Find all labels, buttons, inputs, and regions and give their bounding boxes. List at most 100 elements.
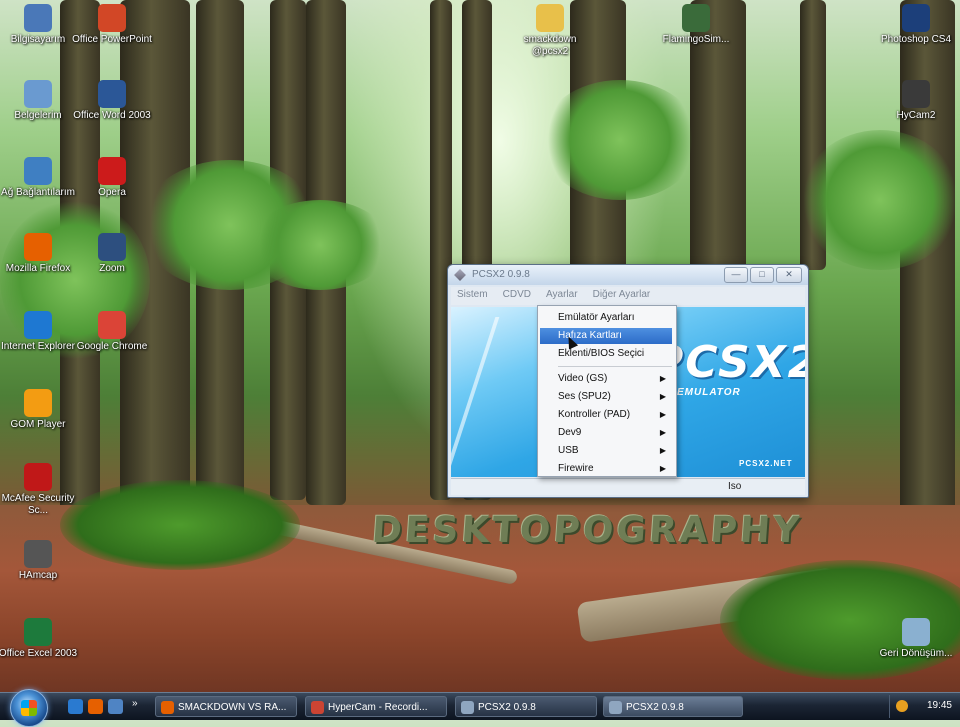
desktop-icon-13[interactable]: Internet Explorer [0, 311, 78, 353]
desktop-icon-14[interactable]: Google Chrome [72, 311, 152, 353]
menu-item-6[interactable]: Kontroller (PAD) ▶ [540, 407, 672, 423]
desktop-icon-label: HAmcap [18, 570, 58, 581]
desktop-icon-4[interactable]: FlamingoSim... [656, 4, 736, 46]
menu-item-4[interactable]: Video (GS) ▶ [540, 371, 672, 387]
desktop-icon-6[interactable]: Belgelerim [0, 80, 78, 122]
camera-icon [902, 80, 930, 108]
desktop-icon-label: Opera [98, 187, 126, 198]
menu-sistem[interactable]: Sistem [451, 287, 494, 302]
desktop-icon-16[interactable]: McAfee Security Sc... [0, 463, 78, 517]
pcsx2-icon [461, 701, 474, 714]
ie-quicklaunch-icon[interactable] [68, 699, 83, 714]
desktop-icon-9[interactable]: Ağ Bağlantılarım [0, 157, 78, 199]
desktop-icon-label: HyCam2 [896, 110, 936, 121]
pcsx2-site: PCSX2.NET [739, 459, 793, 468]
desktop-icon-19[interactable]: Geri Dönüşüm... [876, 618, 956, 660]
ie-icon [24, 311, 52, 339]
menu-ayarlar[interactable]: Ayarlar [540, 287, 584, 302]
submenu-arrow-icon: ▶ [659, 428, 666, 437]
clock[interactable]: 19:45 [927, 700, 952, 711]
taskbar-button-1[interactable]: SMACKDOWN VS RA... [155, 696, 297, 717]
menu-item-8[interactable]: USB ▶ [540, 443, 672, 459]
quicklaunch-overflow-icon[interactable]: » [132, 698, 147, 713]
desktop-icon-label: Photoshop CS4 [880, 34, 952, 45]
desktop-icon-label: Mozilla Firefox [5, 263, 71, 274]
menu-item-3[interactable]: Eklenti/BIOS Seçici [540, 346, 672, 362]
desktop-icon-label: Zoom [99, 263, 125, 274]
menu-item-label: Emülatör Ayarları [558, 312, 635, 323]
mcafee-icon [24, 463, 52, 491]
desktop-icon-label: Geri Dönüşüm... [879, 648, 953, 659]
maximize-button[interactable]: □ [750, 267, 774, 283]
submenu-arrow-icon: ▶ [659, 410, 666, 419]
menu-item-label: Kontroller (PAD) [558, 409, 631, 420]
submenu-arrow-icon: ▶ [659, 446, 666, 455]
desktop-icon-label: Google Chrome [76, 341, 148, 352]
show-desktop-icon[interactable] [108, 699, 123, 714]
submenu-arrow-icon: ▶ [659, 392, 666, 401]
menu-diger-ayarlar[interactable]: Diğer Ayarlar [587, 287, 657, 302]
camera-icon [311, 701, 324, 714]
close-button[interactable]: ✕ [776, 267, 802, 283]
menu-item-label: Eklenti/BIOS Seçici [558, 348, 645, 359]
desktop-icon-label: Office Word 2003 [73, 110, 151, 121]
taskbar-button-label: SMACKDOWN VS RA... [178, 702, 287, 713]
desktop-icon-label: Office Excel 2003 [0, 648, 78, 659]
chrome-icon [98, 311, 126, 339]
tray-app-icon[interactable] [896, 700, 908, 712]
desktop-icon-10[interactable]: Opera [72, 157, 152, 199]
ayarlar-dropdown: Emülatör Ayarları Hafıza Kartları Eklenti/… [537, 305, 677, 477]
desktop-icon-2[interactable]: Office PowerPoint [72, 4, 152, 46]
desktop-icon-18[interactable]: Office Excel 2003 [0, 618, 78, 660]
desktop-icon-15[interactable]: GOM Player [0, 389, 78, 431]
hamcap-icon [24, 540, 52, 568]
desktop-icon-label: FlamingoSim... [662, 34, 730, 45]
menu-item-label: Ses (SPU2) [558, 391, 611, 402]
window-titlebar[interactable]: PCSX2 0.9.8 — □ ✕ [448, 265, 808, 285]
desktop-icon-label: Belgelerim [14, 110, 62, 121]
window-menubar: Sistem CDVD Ayarlar Diğer Ayarlar [451, 287, 805, 305]
taskbar-button-label: PCSX2 0.9.8 [478, 702, 536, 713]
desktop-icon-12[interactable]: Zoom [72, 233, 152, 275]
taskbar-button-2[interactable]: HyperCam - Recordi... [305, 696, 447, 717]
desktop-icon-label: Ağ Bağlantılarım [1, 187, 75, 198]
gom-icon [24, 389, 52, 417]
desktop-icon-3[interactable]: smackdown @pcsx2 [510, 4, 590, 58]
menu-item-1[interactable]: Emülatör Ayarları [540, 310, 672, 326]
desktop-icon-17[interactable]: HAmcap [0, 540, 78, 582]
photoshop-icon [902, 4, 930, 32]
start-button[interactable] [10, 689, 48, 727]
submenu-arrow-icon: ▶ [659, 464, 666, 473]
desktop-icon-label: Office PowerPoint [72, 34, 152, 45]
menu-cdvd[interactable]: CDVD [497, 287, 537, 302]
wallpaper-watermark: DESKTOPOGRAPHY [370, 510, 804, 551]
menu-item-9[interactable]: Firewire ▶ [540, 461, 672, 477]
desktop-icon-11[interactable]: Mozilla Firefox [0, 233, 78, 275]
menu-item-5[interactable]: Ses (SPU2) ▶ [540, 389, 672, 405]
taskbar-button-label: PCSX2 0.9.8 [626, 702, 684, 713]
pcsx2-icon [609, 701, 622, 714]
desktop-icon-label: Bilgisayarım [10, 34, 66, 45]
excel-icon [24, 618, 52, 646]
minimize-button[interactable]: — [724, 267, 748, 283]
firefox-quicklaunch-icon[interactable] [88, 699, 103, 714]
taskbar-button-4[interactable]: PCSX2 0.9.8 [603, 696, 743, 717]
binoculars-icon [98, 233, 126, 261]
windows-logo-icon [21, 700, 37, 716]
desktop-icon-8[interactable]: HyCam2 [876, 80, 956, 122]
folder-icon [536, 4, 564, 32]
opera-icon [98, 157, 126, 185]
desktop-icon-label: GOM Player [10, 419, 66, 430]
desktop-icon-7[interactable]: Office Word 2003 [72, 80, 152, 122]
system-tray: 19:45 [889, 695, 960, 718]
desktop-icon-5[interactable]: Photoshop CS4 [876, 4, 956, 46]
menu-item-label: Video (GS) [558, 373, 608, 384]
menu-separator [558, 366, 672, 367]
desktop-icon-1[interactable]: Bilgisayarım [0, 4, 78, 46]
menu-item-7[interactable]: Dev9 ▶ [540, 425, 672, 441]
menu-item-2[interactable]: Hafıza Kartları [540, 328, 672, 344]
taskbar-button-3[interactable]: PCSX2 0.9.8 [455, 696, 597, 717]
taskbar-button-label: HyperCam - Recordi... [328, 702, 428, 713]
word-icon [98, 80, 126, 108]
taskbar: » SMACKDOWN VS RA... HyperCam - Recordi..… [0, 689, 960, 727]
